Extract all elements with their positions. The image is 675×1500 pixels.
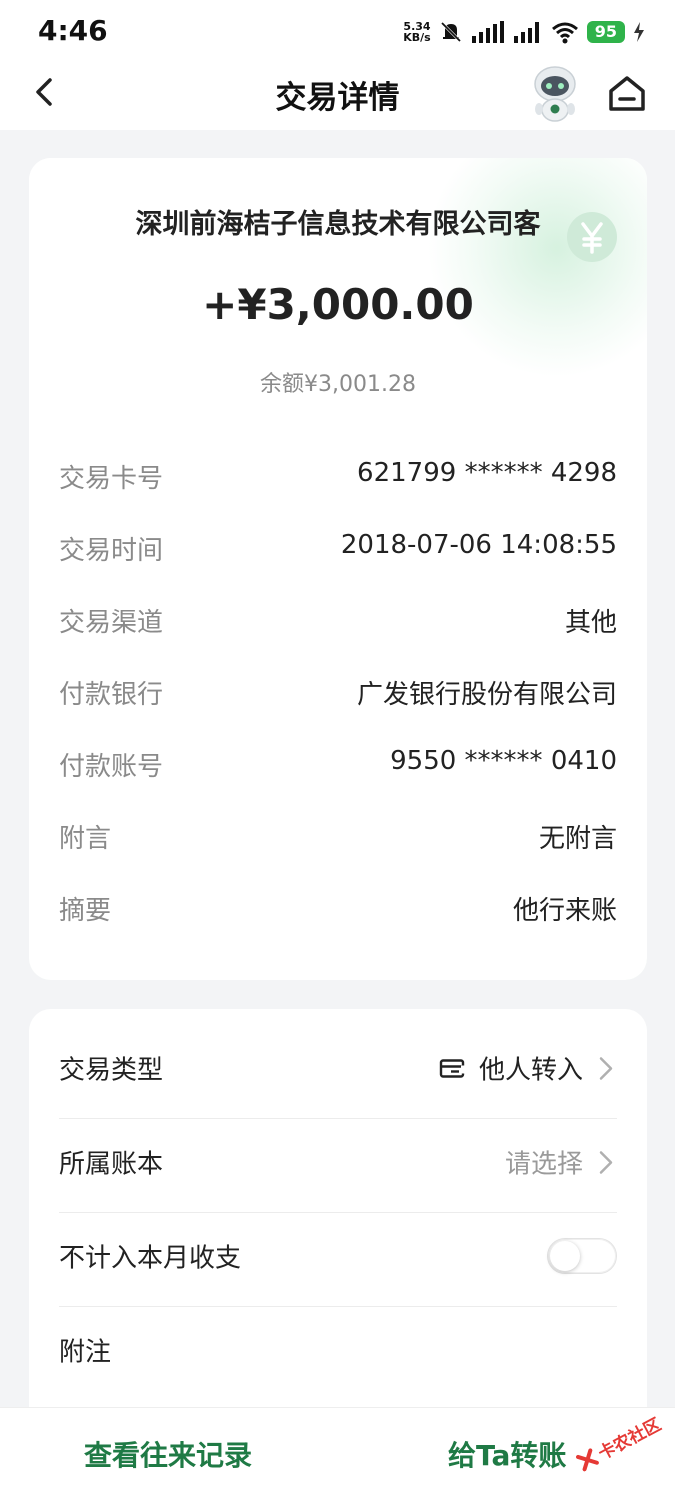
detail-label: 交易时间 bbox=[59, 536, 164, 566]
transfer-card-icon bbox=[439, 1058, 466, 1078]
watermark: 卡农社区 bbox=[573, 1410, 665, 1474]
toggle-knob bbox=[550, 1241, 580, 1271]
network-speed: 5.34 KB/s bbox=[403, 21, 430, 43]
account-balance: 余额¥3,001.28 bbox=[260, 372, 416, 397]
robot-mascot-icon[interactable] bbox=[524, 62, 586, 124]
option-label: 不计入本月收支 bbox=[59, 1243, 242, 1274]
detail-label: 交易渠道 bbox=[59, 608, 164, 638]
option-label: 附注 bbox=[59, 1337, 112, 1368]
detail-label: 摘要 bbox=[59, 896, 112, 926]
charging-icon bbox=[634, 22, 644, 42]
chevron-right-icon bbox=[599, 1150, 613, 1174]
detail-value: 621799 ****** 4298 bbox=[357, 458, 617, 488]
signal-icon bbox=[471, 21, 504, 43]
detail-label: 附言 bbox=[59, 824, 112, 854]
exclude-monthly-row: 不计入本月收支 bbox=[59, 1213, 617, 1307]
network-speed-unit: KB/s bbox=[403, 31, 431, 44]
transaction-options-card: 交易类型 他人转入 所属账本 请选择 不计入本月收支 附注 bbox=[29, 1009, 647, 1429]
detail-row-channel: 交易渠道 其他 bbox=[59, 602, 617, 642]
detail-row-payer-bank: 付款银行 广发银行股份有限公司 bbox=[59, 674, 617, 714]
detail-value: 9550 ****** 0410 bbox=[390, 746, 617, 776]
mute-bell-icon bbox=[440, 21, 461, 43]
option-value: 他人转入 bbox=[478, 1055, 583, 1086]
transaction-type-row[interactable]: 交易类型 他人转入 bbox=[59, 1025, 617, 1119]
detail-row-card-number: 交易卡号 621799 ****** 4298 bbox=[59, 458, 617, 498]
detail-value: 无附言 bbox=[538, 824, 617, 854]
transaction-amount: +¥3,000.00 bbox=[202, 280, 474, 329]
watermark-text: 卡农社区 bbox=[595, 1414, 665, 1465]
transaction-summary-card: 深圳前海桔子信息技术有限公司客 +¥3,000.00 余额¥3,001.28 交… bbox=[29, 158, 647, 980]
merchant-name: 深圳前海桔子信息技术有限公司客 bbox=[135, 209, 541, 240]
option-right: 他人转入 bbox=[439, 1050, 617, 1087]
detail-value: 其他 bbox=[564, 608, 617, 638]
signal-icon-2 bbox=[513, 22, 539, 43]
detail-label: 付款银行 bbox=[59, 680, 164, 710]
view-history-button[interactable]: 查看往来记录 bbox=[84, 1434, 252, 1474]
detail-label: 付款账号 bbox=[59, 752, 164, 782]
battery-level: 95 bbox=[586, 21, 625, 43]
bottom-action-bar: 查看往来记录 给Ta转账 卡农社区 bbox=[0, 1408, 675, 1500]
account-book-row[interactable]: 所属账本 请选择 bbox=[59, 1119, 617, 1213]
transfer-button[interactable]: 给Ta转账 bbox=[448, 1434, 566, 1474]
detail-row-remark: 附言 无附言 bbox=[59, 818, 617, 858]
note-row[interactable]: 附注 bbox=[59, 1307, 617, 1401]
wifi-icon bbox=[551, 22, 578, 44]
option-value: 请选择 bbox=[504, 1149, 583, 1180]
option-label: 交易类型 bbox=[59, 1055, 164, 1086]
watermark-logo-icon bbox=[575, 1447, 599, 1471]
home-icon[interactable] bbox=[604, 70, 650, 116]
detail-row-summary: 摘要 他行来账 bbox=[59, 890, 617, 930]
detail-value: 2018-07-06 14:08:55 bbox=[340, 530, 617, 560]
detail-row-time: 交易时间 2018-07-06 14:08:55 bbox=[59, 530, 617, 570]
option-right bbox=[547, 1238, 617, 1274]
status-time: 4:46 bbox=[38, 14, 108, 47]
status-icons: 5.34 KB/s 95 bbox=[403, 18, 645, 46]
option-label: 所属账本 bbox=[59, 1149, 164, 1180]
exclude-monthly-toggle[interactable] bbox=[547, 1238, 617, 1274]
detail-value: 广发银行股份有限公司 bbox=[356, 680, 617, 710]
detail-label: 交易卡号 bbox=[59, 464, 164, 494]
chevron-right-icon bbox=[599, 1056, 613, 1080]
detail-value: 他行来账 bbox=[512, 896, 617, 926]
header: 交易详情 bbox=[0, 62, 675, 130]
option-right: 请选择 bbox=[505, 1144, 617, 1181]
status-bar: 4:46 5.34 KB/s 95 bbox=[0, 0, 675, 62]
detail-row-payer-account: 付款账号 9550 ****** 0410 bbox=[59, 746, 617, 786]
